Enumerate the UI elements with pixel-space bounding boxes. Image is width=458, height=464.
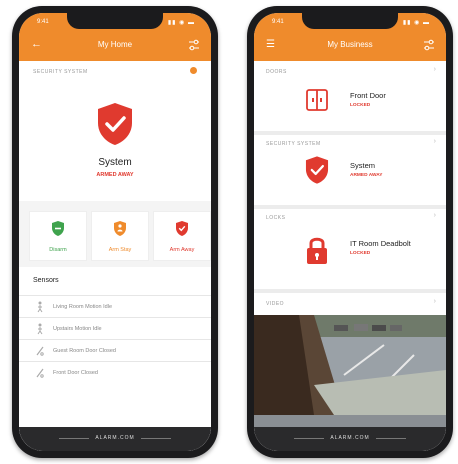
doors-label: DOORS (266, 69, 287, 75)
sensor-label: Front Door Closed (53, 370, 98, 376)
sensors-card: Sensors Living Room Motion Idle Upstairs… (19, 267, 211, 447)
video-feed[interactable] (254, 315, 446, 427)
lock-status: LOCKED (350, 251, 371, 256)
chevron-right-icon: › (433, 138, 436, 145)
shield-check-icon (176, 221, 188, 236)
phone-notch (302, 13, 398, 29)
locks-label: LOCKS (266, 215, 286, 221)
chevron-right-icon: › (433, 298, 436, 305)
shield-check-icon (98, 103, 132, 145)
lock-name: IT Room Deadbolt (350, 239, 411, 248)
doors-card[interactable]: DOORS › Front Door LOCKED (254, 61, 446, 131)
alarm-com-logo: ALARM.COM (95, 435, 135, 441)
alert-dot-icon (190, 67, 197, 74)
page-title: My Home (97, 40, 133, 49)
door-sensor-icon (36, 368, 44, 378)
door-status: LOCKED (350, 103, 371, 108)
home-content: SECURITY SYSTEM System ARMED AWAY Disarm (19, 61, 211, 451)
phone-my-business: 9:41 ▮▮ ◉ ▬ ☰ My Business DOORS › Front … (247, 6, 453, 458)
sensor-label: Living Room Motion Idle (53, 304, 113, 310)
motion-sensor-icon (37, 323, 43, 335)
page-title: My Business (327, 40, 373, 49)
motion-sensor-icon (37, 301, 43, 313)
screen: 9:41 ▮▮ ◉ ▬ ☰ My Business DOORS › Front … (254, 13, 446, 451)
door-name: Front Door (350, 91, 386, 100)
sensor-row[interactable]: Living Room Motion Idle (19, 295, 211, 318)
system-status: ARMED AWAY (96, 172, 134, 178)
system-name: System (350, 161, 376, 170)
shield-minus-icon (52, 221, 64, 236)
arm-buttons: Disarm Arm Stay Arm Away (29, 211, 211, 261)
security-label: SECURITY SYSTEM (266, 141, 321, 147)
phone-notch (67, 13, 163, 29)
alarm-com-logo: ALARM.COM (330, 435, 370, 441)
arm-stay-button[interactable]: Arm Stay (91, 211, 149, 261)
padlock-icon (307, 237, 327, 264)
system-status: ARMED AWAY (350, 173, 383, 178)
status-time: 9:41 (37, 19, 49, 25)
disarm-button[interactable]: Disarm (29, 211, 87, 261)
arm-away-button[interactable]: Arm Away (153, 211, 211, 261)
sensor-row[interactable]: Upstairs Motion Idle (19, 317, 211, 340)
chevron-right-icon: › (433, 66, 436, 73)
shield-person-icon (114, 221, 126, 236)
sensor-label: Guest Room Door Closed (53, 348, 116, 354)
settings-sliders-icon[interactable] (422, 38, 436, 52)
arm-stay-label: Arm Stay (108, 247, 132, 253)
door-icon (306, 89, 328, 111)
business-content: DOORS › Front Door LOCKED SECURITY SYSTE… (254, 61, 446, 451)
screen: 9:41 ▮▮ ◉ ▬ ← My Home SECURITY SYSTEM Sy… (19, 13, 211, 451)
security-system-card[interactable]: SECURITY SYSTEM System ARMED AWAY (19, 61, 211, 201)
app-bar: ← My Home (19, 31, 211, 61)
system-name: System (98, 157, 132, 168)
app-bar: ☰ My Business (254, 31, 446, 61)
video-header[interactable]: VIDEO › (254, 293, 446, 315)
locks-card[interactable]: LOCKS › IT Room Deadbolt LOCKED (254, 209, 446, 289)
status-icons: ▮▮ ◉ ▬ (402, 20, 430, 26)
disarm-label: Disarm (49, 247, 67, 253)
status-icons: ▮▮ ◉ ▬ (167, 20, 195, 26)
footer-line (376, 438, 406, 439)
video-label: VIDEO (266, 301, 285, 307)
shield-check-icon (305, 156, 329, 184)
chevron-right-icon: › (433, 212, 436, 219)
door-sensor-icon (36, 346, 44, 356)
footer: ALARM.COM (254, 427, 446, 451)
sensors-title: Sensors (33, 277, 59, 284)
footer-line (141, 438, 171, 439)
status-time: 9:41 (272, 19, 284, 25)
arm-away-label: Arm Away (169, 247, 195, 253)
sensor-row[interactable]: Guest Room Door Closed (19, 339, 211, 362)
sensor-row[interactable]: Front Door Closed (19, 361, 211, 384)
section-label: SECURITY SYSTEM (33, 69, 88, 75)
camera-snapshot (254, 315, 446, 415)
sensor-label: Upstairs Motion Idle (53, 326, 102, 332)
phone-my-home: 9:41 ▮▮ ◉ ▬ ← My Home SECURITY SYSTEM Sy… (12, 6, 218, 458)
footer: ALARM.COM (19, 427, 211, 451)
settings-sliders-icon[interactable] (187, 38, 201, 52)
security-system-card[interactable]: SECURITY SYSTEM › System ARMED AWAY (254, 135, 446, 205)
